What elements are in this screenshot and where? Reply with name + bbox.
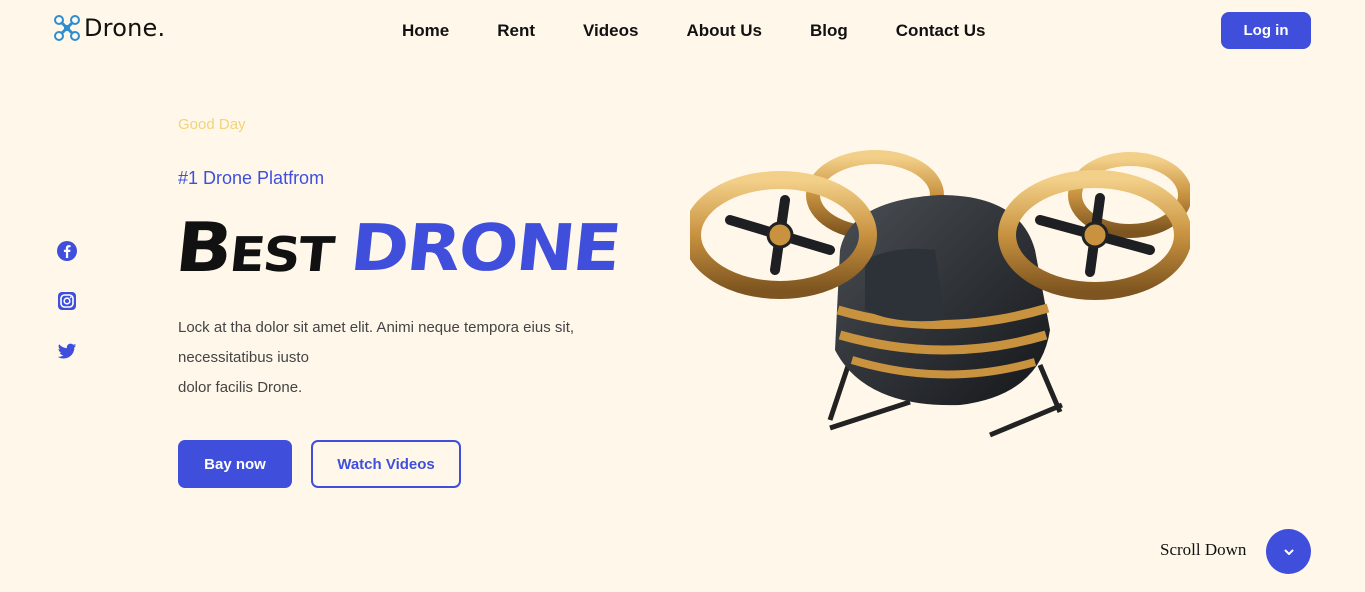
logo-text: Drone.	[84, 14, 166, 42]
description-line: necessitatibus iusto	[178, 349, 309, 366]
brand-logo[interactable]: Drone.	[54, 14, 165, 42]
nav-rent[interactable]: Rent	[473, 20, 559, 42]
twitter-icon[interactable]	[56, 340, 78, 362]
nav-videos[interactable]: Videos	[559, 20, 662, 42]
instagram-icon[interactable]	[56, 290, 78, 312]
nav-blog[interactable]: Blog	[786, 20, 872, 42]
headline-blue-word: DRONE	[346, 210, 623, 286]
login-button[interactable]: Log in	[1221, 12, 1311, 49]
description-line: dolor facilis Drone.	[178, 379, 303, 396]
buy-now-button[interactable]: Bay now	[178, 440, 292, 488]
landing-page: Drone. Home Rent Videos About Us Blog Co…	[0, 0, 1365, 592]
description-line: Lock at tha dolor sit amet elit. Animi n…	[178, 319, 575, 336]
hero-headline: Best DRONE	[172, 206, 623, 290]
scroll-down-button[interactable]	[1266, 529, 1311, 574]
headline-black-word: Best	[171, 208, 338, 288]
scroll-down-label: Scroll Down	[1160, 540, 1247, 559]
watch-videos-button[interactable]: Watch Videos	[311, 440, 461, 488]
greeting-text: Good Day	[178, 116, 246, 133]
nav-contact-us[interactable]: Contact Us	[872, 20, 1010, 42]
main-nav: Home Rent Videos About Us Blog Contact U…	[378, 20, 1010, 42]
social-links	[56, 240, 78, 362]
tagline: #1 Drone Platfrom	[178, 168, 325, 188]
nav-about-us[interactable]: About Us	[662, 20, 786, 42]
chevron-down-icon	[1284, 549, 1293, 555]
drone-logo-icon	[54, 15, 80, 41]
nav-home[interactable]: Home	[378, 20, 473, 42]
hero-description: Lock at tha dolor sit amet elit. Animi n…	[178, 313, 638, 403]
drone-image	[690, 150, 1190, 438]
facebook-icon[interactable]	[56, 240, 78, 262]
